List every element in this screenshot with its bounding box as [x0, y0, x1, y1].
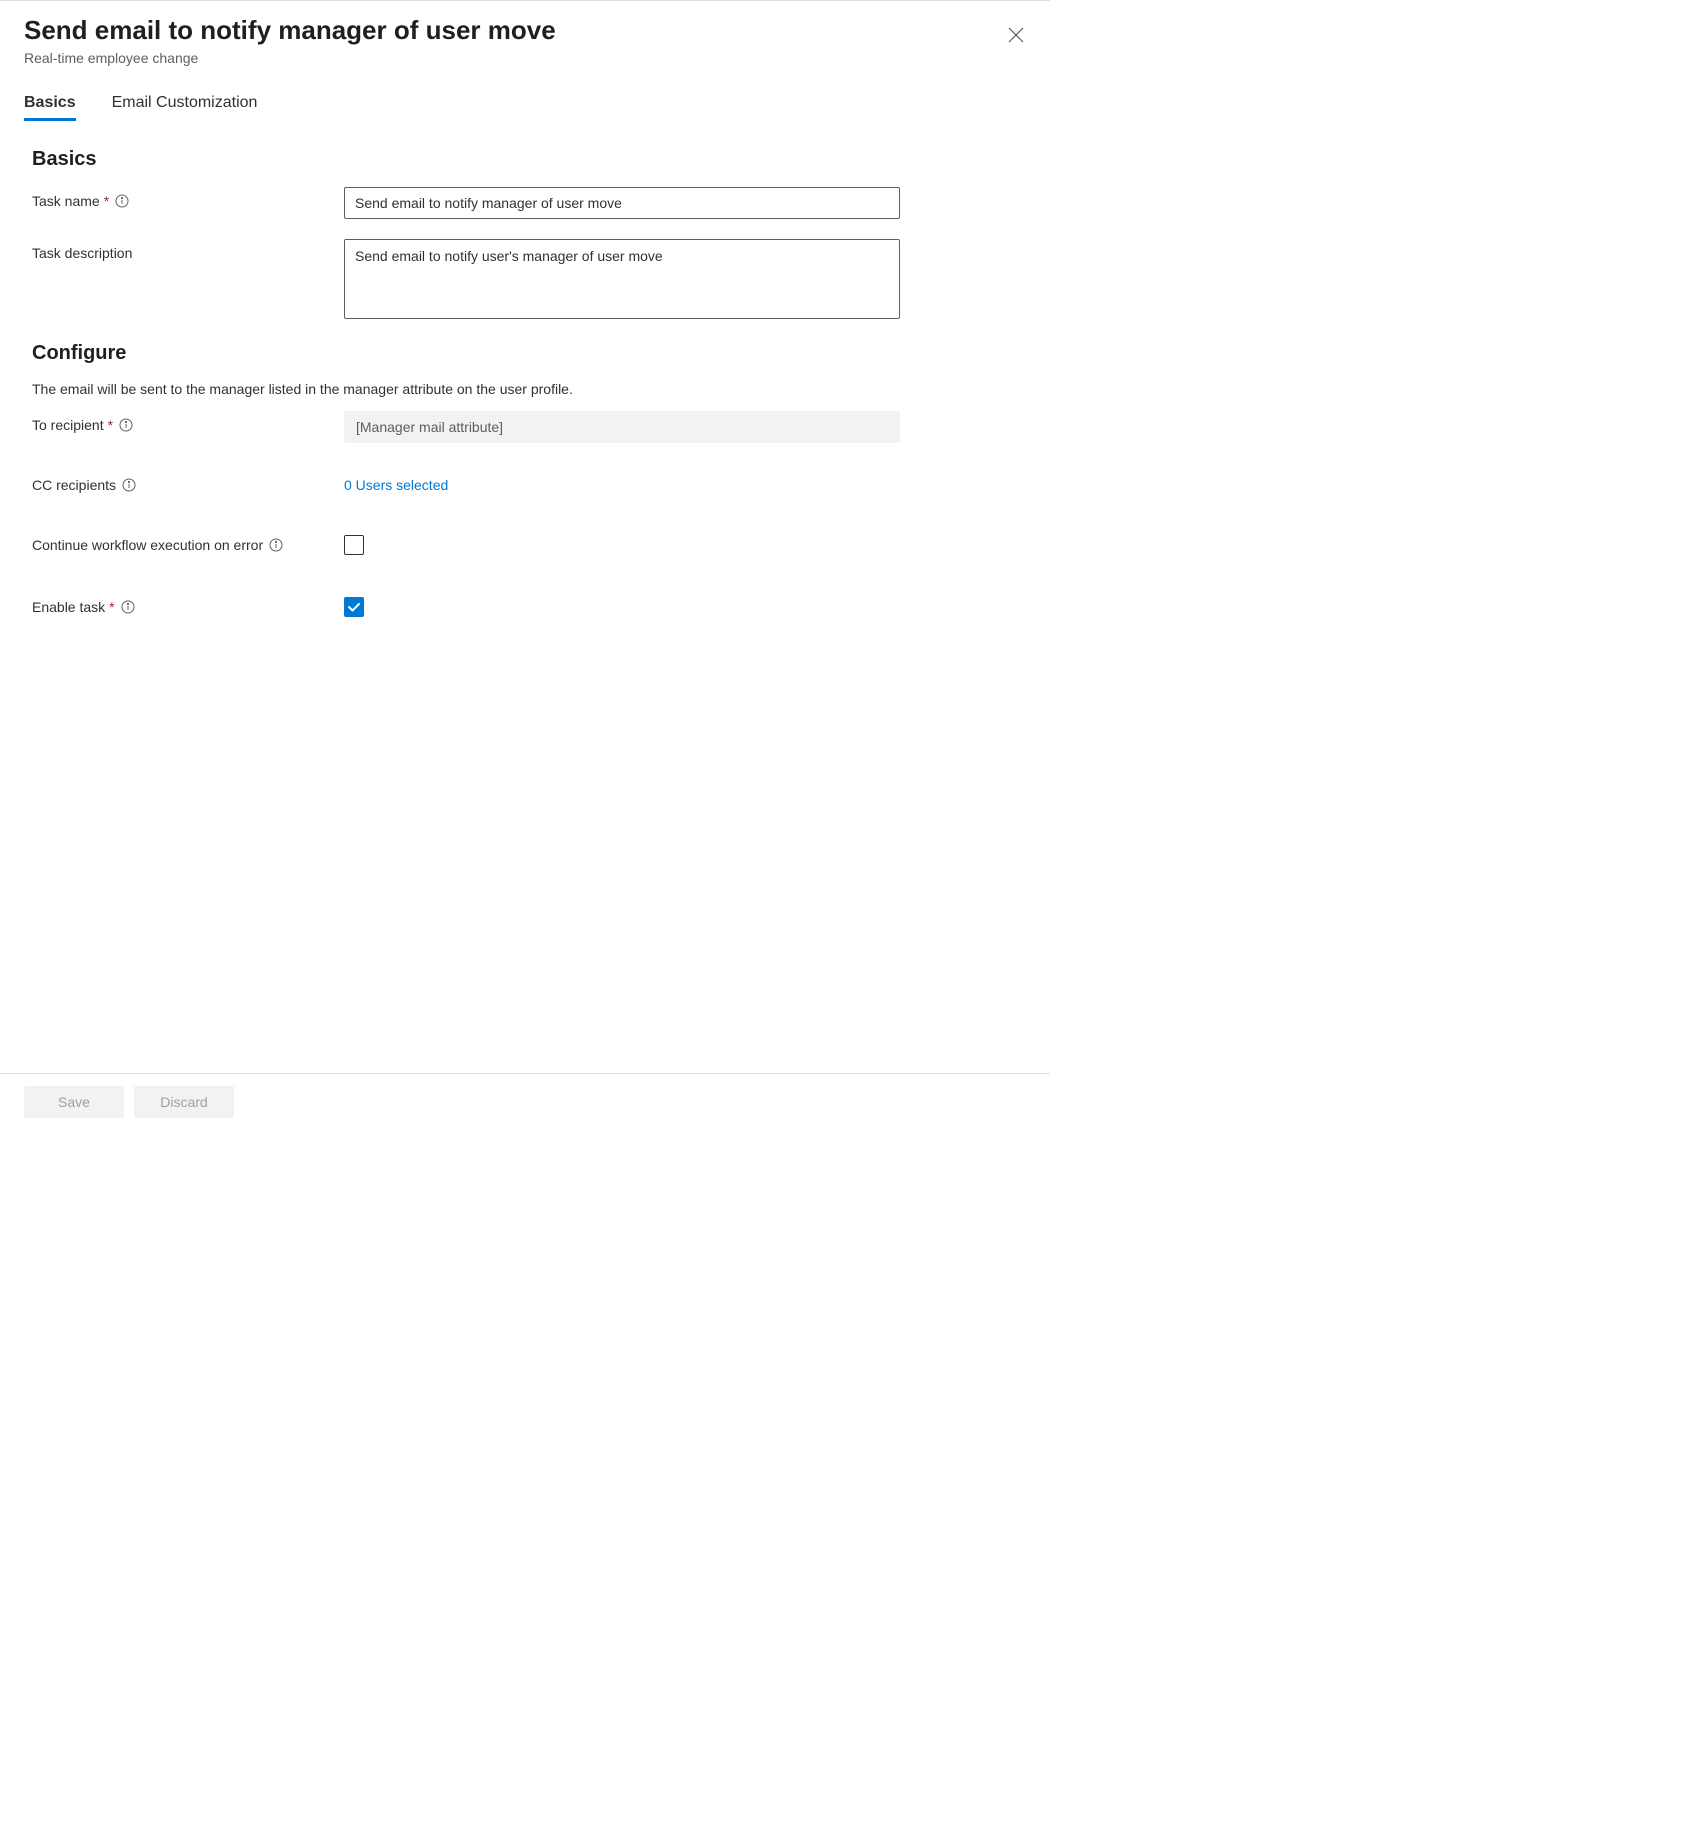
task-description-label-text: Task description — [32, 245, 132, 261]
cc-recipients-label: CC recipients — [32, 471, 344, 493]
panel-header: Send email to notify manager of user mov… — [0, 1, 1050, 66]
configure-description: The email will be sent to the manager li… — [32, 381, 1018, 397]
checkmark-icon — [347, 600, 361, 614]
task-name-input[interactable] — [344, 187, 900, 219]
field-cc-recipients: CC recipients 0 Users selected — [32, 471, 1018, 493]
continue-on-error-checkbox[interactable] — [344, 535, 364, 555]
required-marker: * — [109, 599, 114, 615]
info-icon[interactable] — [269, 538, 283, 552]
tab-list: Basics Email Customization — [0, 94, 1050, 120]
discard-button[interactable]: Discard — [134, 1086, 234, 1118]
to-recipient-label-text: To recipient — [32, 417, 104, 433]
section-title-basics: Basics — [32, 148, 1018, 171]
field-task-name: Task name * — [32, 187, 1018, 219]
info-icon[interactable] — [119, 418, 133, 432]
required-marker: * — [108, 417, 113, 433]
cc-recipients-label-text: CC recipients — [32, 477, 116, 493]
enable-task-label-text: Enable task — [32, 599, 105, 615]
enable-task-label: Enable task * — [32, 593, 344, 615]
enable-task-checkbox[interactable] — [344, 597, 364, 617]
task-name-label-text: Task name — [32, 193, 100, 209]
cc-recipients-link[interactable]: 0 Users selected — [344, 471, 448, 493]
info-icon[interactable] — [122, 478, 136, 492]
panel-content: Basics Task name * Task description Send… — [0, 120, 1050, 1073]
to-recipient-label: To recipient * — [32, 411, 344, 433]
panel-title: Send email to notify manager of user mov… — [24, 15, 1026, 46]
close-button[interactable] — [1000, 19, 1032, 51]
tab-basics[interactable]: Basics — [24, 94, 76, 120]
required-marker: * — [104, 193, 109, 209]
to-recipient-value: [Manager mail attribute] — [344, 411, 900, 443]
task-description-label: Task description — [32, 239, 344, 261]
panel-footer: Save Discard — [0, 1073, 1050, 1130]
close-icon — [1008, 27, 1024, 43]
panel-subtitle: Real-time employee change — [24, 50, 1026, 66]
info-icon[interactable] — [115, 194, 129, 208]
continue-on-error-label-text: Continue workflow execution on error — [32, 537, 263, 553]
task-description-input[interactable]: Send email to notify user's manager of u… — [344, 239, 900, 319]
field-to-recipient: To recipient * [Manager mail attribute] — [32, 411, 1018, 443]
field-task-description: Task description Send email to notify us… — [32, 239, 1018, 322]
field-enable-task: Enable task * — [32, 593, 1018, 617]
info-icon[interactable] — [121, 600, 135, 614]
field-continue-on-error: Continue workflow execution on error — [32, 531, 1018, 555]
task-name-label: Task name * — [32, 187, 344, 209]
continue-on-error-label: Continue workflow execution on error — [32, 531, 344, 553]
tab-email-customization[interactable]: Email Customization — [112, 94, 258, 120]
section-title-configure: Configure — [32, 342, 1018, 365]
save-button[interactable]: Save — [24, 1086, 124, 1118]
